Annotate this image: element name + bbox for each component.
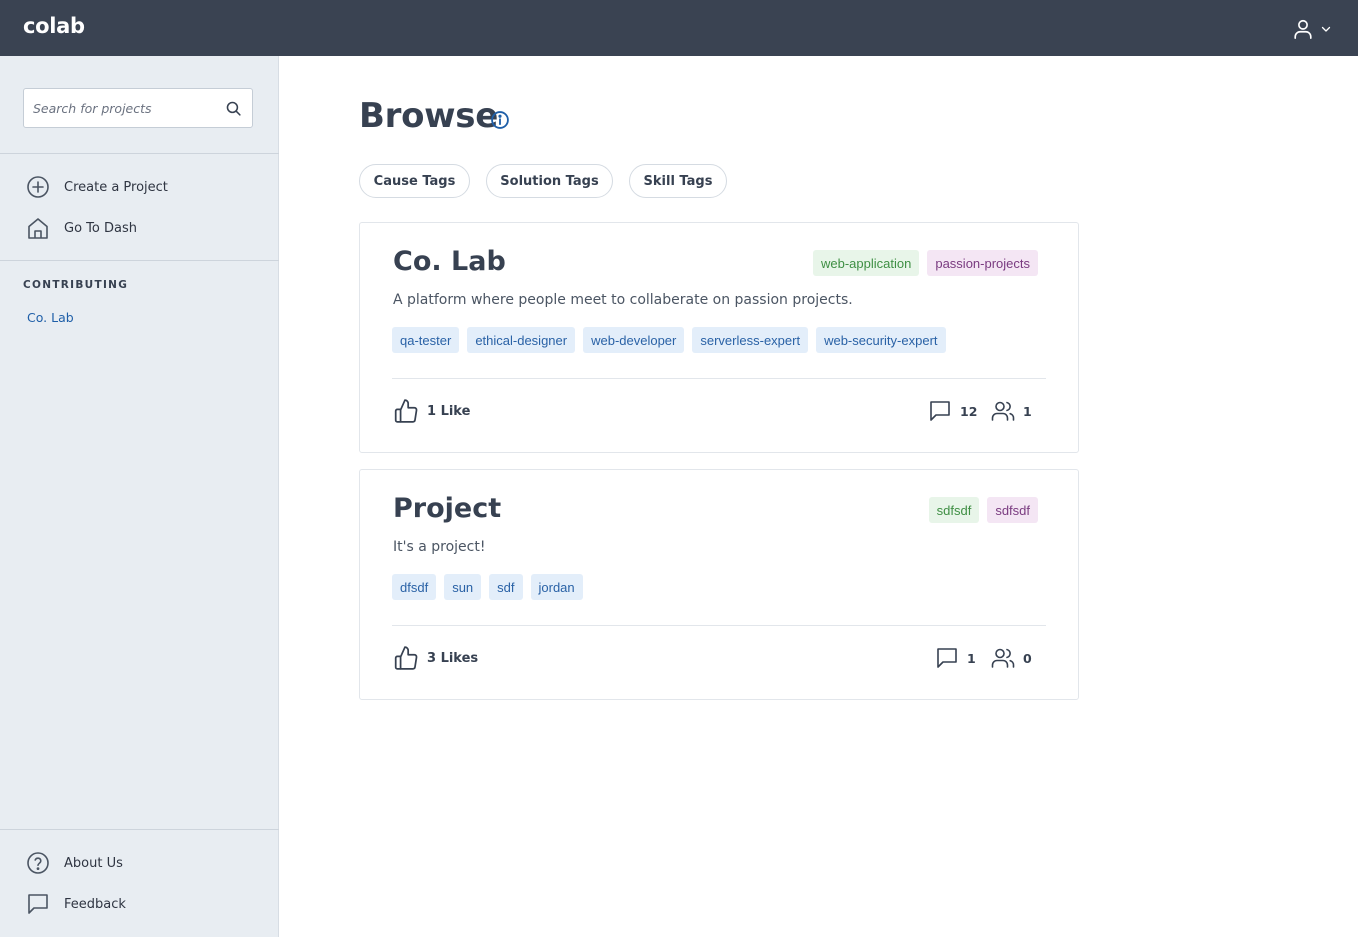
skill-tag[interactable]: ethical-designer xyxy=(467,327,576,353)
skill-tags: dfsdf sun sdf jordan xyxy=(392,574,583,600)
comments-stat[interactable]: 12 xyxy=(928,398,977,424)
go-to-dash-link[interactable]: Go To Dash xyxy=(26,215,137,241)
sidebar: Create a Project Go To Dash CONTRIBUTING… xyxy=(0,56,279,937)
sidebar-divider xyxy=(0,829,279,830)
users-icon xyxy=(991,401,1015,421)
skill-tags-filter-button[interactable]: Skill Tags xyxy=(629,164,727,198)
plus-circle-icon xyxy=(26,175,50,199)
top-navbar: colab xyxy=(0,0,1358,56)
card-divider xyxy=(392,625,1046,626)
user-icon xyxy=(1294,19,1312,39)
nav-label: Go To Dash xyxy=(64,220,137,236)
member-count: 0 xyxy=(1023,650,1032,666)
sidebar-divider xyxy=(0,260,279,261)
contributing-heading: CONTRIBUTING xyxy=(23,279,129,291)
member-count: 1 xyxy=(1023,403,1032,419)
skill-tag[interactable]: qa-tester xyxy=(392,327,460,353)
about-us-link[interactable]: About Us xyxy=(26,850,123,876)
project-title[interactable]: Co. Lab xyxy=(393,246,506,277)
skill-tags: qa-tester ethical-designer web-developer… xyxy=(392,327,946,353)
cause-tags-filter-button[interactable]: Cause Tags xyxy=(359,164,470,198)
comment-count: 1 xyxy=(967,650,976,666)
skill-tag[interactable]: dfsdf xyxy=(392,574,437,600)
skill-tag[interactable]: web-developer xyxy=(583,327,685,353)
cause-tags: web-application passion-projects xyxy=(813,250,1038,276)
contributing-project-link[interactable]: Co. Lab xyxy=(27,310,74,325)
skill-tag[interactable]: jordan xyxy=(530,574,583,600)
help-circle-icon xyxy=(26,851,50,875)
skill-tag[interactable]: sun xyxy=(444,574,482,600)
like-count: 3 Likes xyxy=(427,650,479,666)
comment-icon xyxy=(937,648,957,668)
comment-icon xyxy=(930,401,950,421)
search-icon[interactable] xyxy=(225,100,242,117)
solution-tag[interactable]: sdfsdf xyxy=(987,497,1038,523)
skill-tag[interactable]: web-security-expert xyxy=(816,327,946,353)
project-card[interactable]: Project sdfsdf sdfsdf It's a project! df… xyxy=(359,469,1079,700)
skill-tag[interactable]: sdf xyxy=(489,574,523,600)
users-icon xyxy=(991,648,1015,668)
page-title: Browse xyxy=(359,96,498,136)
search-box xyxy=(23,88,253,128)
comment-count: 12 xyxy=(960,403,978,419)
members-stat[interactable]: 0 xyxy=(991,645,1032,671)
sidebar-divider xyxy=(0,153,279,154)
chevron-down-icon xyxy=(1321,26,1331,32)
search-input[interactable] xyxy=(24,89,219,127)
cause-tag[interactable]: web-application xyxy=(813,250,920,276)
feedback-link[interactable]: Feedback xyxy=(26,891,126,917)
skill-tag[interactable]: serverless-expert xyxy=(692,327,809,353)
like-button[interactable]: 3 Likes xyxy=(393,643,478,673)
comments-stat[interactable]: 1 xyxy=(935,645,976,671)
card-divider xyxy=(392,378,1046,379)
app-logo[interactable]: colab xyxy=(23,14,85,38)
members-stat[interactable]: 1 xyxy=(991,398,1032,424)
thumbs-up-icon xyxy=(394,399,418,423)
project-description: A platform where people meet to collaber… xyxy=(393,292,853,308)
info-icon[interactable] xyxy=(490,110,510,130)
user-menu[interactable] xyxy=(1292,15,1338,43)
nav-label: About Us xyxy=(64,855,123,871)
solution-tags-filter-button[interactable]: Solution Tags xyxy=(486,164,613,198)
cause-tags: sdfsdf sdfsdf xyxy=(928,497,1038,523)
nav-label: Create a Project xyxy=(64,179,168,195)
solution-tag[interactable]: passion-projects xyxy=(927,250,1038,276)
like-button[interactable]: 1 Like xyxy=(393,396,470,426)
nav-label: Feedback xyxy=(64,896,126,912)
project-title[interactable]: Project xyxy=(393,493,501,524)
home-icon xyxy=(26,216,50,240)
message-square-icon xyxy=(26,892,50,916)
create-project-link[interactable]: Create a Project xyxy=(26,174,168,200)
like-count: 1 Like xyxy=(427,403,471,419)
thumbs-up-icon xyxy=(394,646,418,670)
project-card[interactable]: Co. Lab web-application passion-projects… xyxy=(359,222,1079,453)
cause-tag[interactable]: sdfsdf xyxy=(928,497,980,523)
project-description: It's a project! xyxy=(393,539,486,555)
